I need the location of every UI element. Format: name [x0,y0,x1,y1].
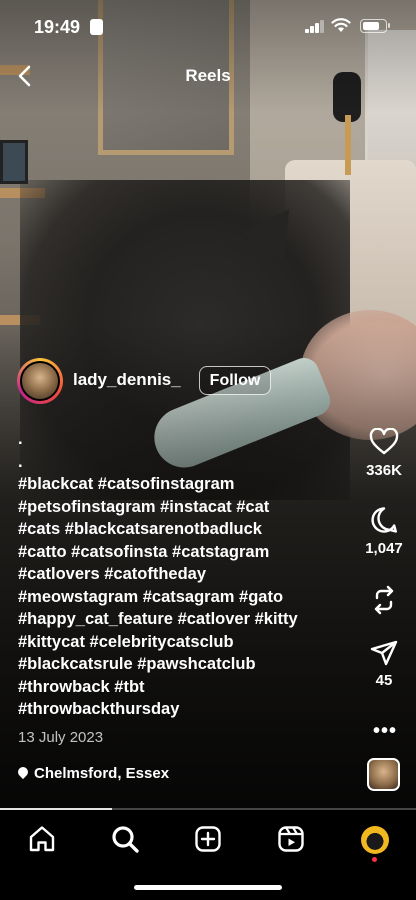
profile-avatar[interactable] [361,826,389,854]
audio-thumbnail[interactable] [367,758,400,791]
like-count: 336K [366,462,402,479]
repost-icon[interactable] [370,585,398,615]
caption-line: #catto #catsofinsta #catstagram [18,542,270,561]
paper-plane-icon[interactable] [370,640,398,666]
search-icon[interactable] [110,824,140,854]
author-username[interactable]: lady_dennis_ [73,370,181,390]
caption-line: . [18,452,23,471]
caption-line: #happy_cat_feature #catlover #kitty [18,610,298,628]
caption-line: #blackcat #catsofinstagram [18,475,235,493]
page-title: Reels [185,66,231,85]
location-label: Chelmsford, Essex [34,765,170,782]
heart-icon[interactable] [369,428,399,456]
status-bar: 19:49 [0,0,416,54]
signal-icon [305,20,325,33]
like-action[interactable]: 336K [356,428,412,479]
battery-level [362,21,380,30]
focus-icon [90,19,103,35]
caption-line: #cats #blackcatsarenotbadluck [18,520,262,538]
create-icon[interactable] [193,824,223,854]
home-indicator [134,885,282,890]
reels-icon[interactable] [276,824,306,854]
share-count: 45 [375,672,393,689]
notification-dot [372,857,377,862]
post-date: 13 July 2023 [18,729,104,746]
caption-line: #blackcatsrule #pawshcatclub [18,655,256,673]
repost-action[interactable] [356,585,412,615]
more-options-icon[interactable]: ••• [373,720,397,743]
caption-line: . [18,430,23,448]
caption-line: #throwback #tbt [18,677,145,696]
comment-action[interactable]: 1,047 [356,506,412,557]
avatar-image [20,361,60,401]
comment-count: 1,047 [365,540,403,557]
caption-line: #petsofinstagram #instacat #cat [18,497,270,516]
comment-bubble-icon[interactable] [370,506,398,534]
battery-icon [360,19,390,33]
status-time: 19:49 [34,17,81,37]
caption[interactable]: .. #blackcat #catsofinstagram #petsofinsta… [18,428,348,721]
wifi-icon [331,18,351,32]
caption-line: #kittycat #celebritycatsclub [18,632,234,651]
caption-line: #meowstagram #catsagram #gato [18,587,284,606]
share-action[interactable]: 45 [356,640,412,689]
home-icon[interactable] [27,824,57,854]
location-pin-icon [15,764,31,780]
caption-line: #catlovers #catoftheday [18,565,207,583]
author-avatar[interactable] [17,358,63,404]
location-link[interactable]: Chelmsford, Essex [15,764,170,782]
follow-button[interactable]: Follow [199,366,271,395]
caption-line: #throwbackthursday [18,700,180,718]
